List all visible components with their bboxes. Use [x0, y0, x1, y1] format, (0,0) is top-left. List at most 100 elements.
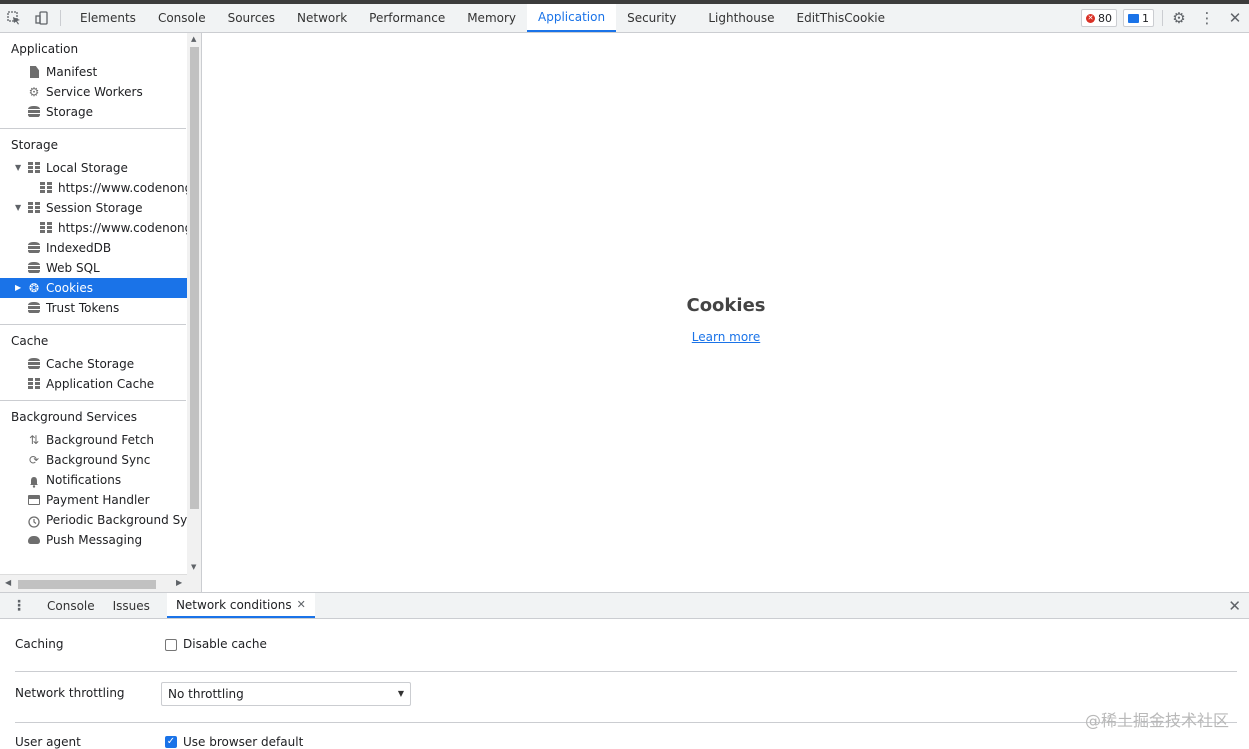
database-icon [28, 302, 40, 314]
close-drawer-icon[interactable]: ✕ [1228, 597, 1241, 615]
toolbar-divider [1162, 10, 1163, 26]
tab-elements[interactable]: Elements [69, 4, 147, 32]
tab-application[interactable]: Application [527, 4, 617, 32]
drawer-menu-icon[interactable]: ⋮ [0, 593, 38, 618]
database-icon [28, 358, 40, 370]
sidebar-item-label: https://www.codenong. [58, 221, 187, 235]
toolbar-divider [60, 10, 61, 26]
error-count-badge[interactable]: ✕ 80 [1081, 9, 1117, 27]
sidebar-item-label: Local Storage [46, 161, 128, 175]
section-divider [0, 400, 186, 401]
sidebar-item-cookies[interactable]: ▶ ❂ Cookies [0, 278, 187, 298]
section-title-cache: Cache [11, 334, 49, 348]
sidebar-horizontal-scrollbar[interactable]: ◀ ▶ [0, 574, 187, 592]
inspect-element-icon[interactable] [0, 4, 28, 32]
scrollbar-thumb[interactable] [190, 47, 199, 509]
disable-cache-label[interactable]: Disable cache [183, 637, 267, 651]
sync-icon: ⟳ [28, 453, 40, 467]
tab-console[interactable]: Console [147, 4, 217, 32]
sidebar-item-label: Cache Storage [46, 357, 135, 371]
bell-icon [28, 474, 40, 488]
grid-icon [28, 162, 40, 174]
sidebar-item-label: Background Fetch [46, 433, 154, 447]
throttling-value: No throttling [168, 687, 244, 701]
use-browser-default-label[interactable]: Use browser default [183, 735, 303, 749]
error-icon: ✕ [1086, 13, 1095, 23]
learn-more-container: Learn more [203, 330, 1249, 344]
sidebar-item-push-messaging[interactable]: Push Messaging [0, 530, 187, 550]
message-count-badge[interactable]: 1 [1123, 9, 1154, 27]
sidebar-item-label: Session Storage [46, 201, 143, 215]
sidebar-item-indexeddb[interactable]: IndexedDB [0, 238, 187, 258]
sidebar-item-manifest[interactable]: Manifest [0, 62, 187, 82]
tab-memory[interactable]: Memory [456, 4, 527, 32]
user-agent-label: User agent [15, 735, 81, 749]
sidebar-item-storage[interactable]: Storage [0, 102, 187, 122]
up-down-arrows-icon: ⇅ [28, 433, 40, 447]
network-conditions-panel: Caching Disable cache Network throttling… [0, 619, 1249, 749]
sidebar-item-label: Application Cache [46, 377, 155, 391]
close-devtools-icon[interactable]: ✕ [1221, 4, 1249, 32]
sidebar-item-notifications[interactable]: Notifications [0, 470, 187, 490]
disable-cache-checkbox[interactable] [165, 639, 177, 651]
grid-icon [40, 182, 52, 194]
scroll-down-arrow-icon[interactable]: ▼ [191, 563, 196, 571]
database-icon [28, 106, 40, 118]
sidebar-item-local-origin[interactable]: https://www.codenong. [0, 178, 187, 198]
sidebar-item-application-cache[interactable]: Application Cache [0, 374, 187, 394]
use-browser-default-checkbox[interactable]: ✓ [165, 736, 177, 748]
expand-arrow-icon[interactable]: ▼ [15, 198, 21, 218]
scroll-right-arrow-icon[interactable]: ▶ [176, 578, 182, 587]
drawer-tab-network-conditions[interactable]: Network conditions ✕ [166, 593, 315, 618]
tab-security[interactable]: Security [616, 4, 687, 32]
panel-title: Cookies [686, 295, 766, 316]
grid-icon [28, 202, 40, 214]
tab-network[interactable]: Network [286, 4, 358, 32]
sidebar-item-local-storage[interactable]: ▼ Local Storage [0, 158, 187, 178]
sidebar-item-payment-handler[interactable]: Payment Handler [0, 490, 187, 510]
tab-editthiscookie[interactable]: EditThisCookie [786, 4, 897, 32]
panel-tabs: Elements Console Sources Network Perform… [69, 4, 896, 32]
sidebar-item-background-sync[interactable]: ⟳ Background Sync [0, 450, 187, 470]
close-tab-icon[interactable]: ✕ [297, 598, 306, 611]
row-divider [15, 671, 1237, 672]
sidebar-item-periodic-background-sync[interactable]: Periodic Background Sync [0, 510, 187, 530]
sidebar-item-trust-tokens[interactable]: Trust Tokens [0, 298, 187, 318]
sidebar-item-session-storage[interactable]: ▼ Session Storage [0, 198, 187, 218]
scrollbar-thumb[interactable] [18, 580, 156, 589]
settings-gear-icon[interactable]: ⚙ [1165, 4, 1193, 32]
drawer-toolbar: ⋮ Console Issues Network conditions ✕ ✕ [0, 592, 1249, 619]
drawer-tab-label: Network conditions [175, 597, 292, 612]
sidebar-item-session-origin[interactable]: https://www.codenong. [0, 218, 187, 238]
message-count: 1 [1142, 11, 1149, 25]
toolbar-right: ✕ 80 1 ⚙ ⋮ ✕ [1081, 4, 1249, 32]
database-icon [28, 262, 40, 274]
sidebar-item-background-fetch[interactable]: ⇅ Background Fetch [0, 430, 187, 450]
sidebar-item-label: Cookies [46, 281, 93, 295]
sidebar-item-service-workers[interactable]: ⚙ Service Workers [0, 82, 187, 102]
row-divider [15, 722, 1237, 723]
watermark-text: @稀土掘金技术社区 [1084, 711, 1229, 730]
tab-sources[interactable]: Sources [217, 4, 286, 32]
sidebar-item-web-sql[interactable]: Web SQL [0, 258, 187, 278]
scroll-left-arrow-icon[interactable]: ◀ [5, 578, 11, 587]
sidebar-item-label: Push Messaging [46, 533, 143, 547]
device-toolbar-icon[interactable] [28, 4, 56, 32]
grid-icon [28, 378, 40, 390]
tab-performance[interactable]: Performance [358, 4, 456, 32]
expand-arrow-icon[interactable]: ▼ [15, 158, 21, 178]
cookies-panel: Cookies Learn more [203, 33, 1249, 592]
sidebar-item-cache-storage[interactable]: Cache Storage [0, 354, 187, 374]
drawer-tab-console[interactable]: Console [38, 593, 104, 618]
sidebar-item-label: IndexedDB [46, 241, 112, 255]
scroll-up-arrow-icon[interactable]: ▲ [191, 35, 196, 43]
learn-more-link[interactable]: Learn more [692, 330, 760, 344]
sidebar-vertical-scrollbar[interactable]: ▲ ▼ [187, 33, 201, 592]
throttling-select[interactable]: No throttling ▼ [161, 682, 411, 706]
tab-lighthouse[interactable]: Lighthouse [697, 4, 785, 32]
drawer-tab-issues[interactable]: Issues [104, 593, 159, 618]
sidebar-item-label: https://www.codenong. [58, 181, 187, 195]
more-options-icon[interactable]: ⋮ [1193, 4, 1221, 32]
collapsed-arrow-icon[interactable]: ▶ [15, 278, 21, 298]
grid-icon [40, 222, 52, 234]
